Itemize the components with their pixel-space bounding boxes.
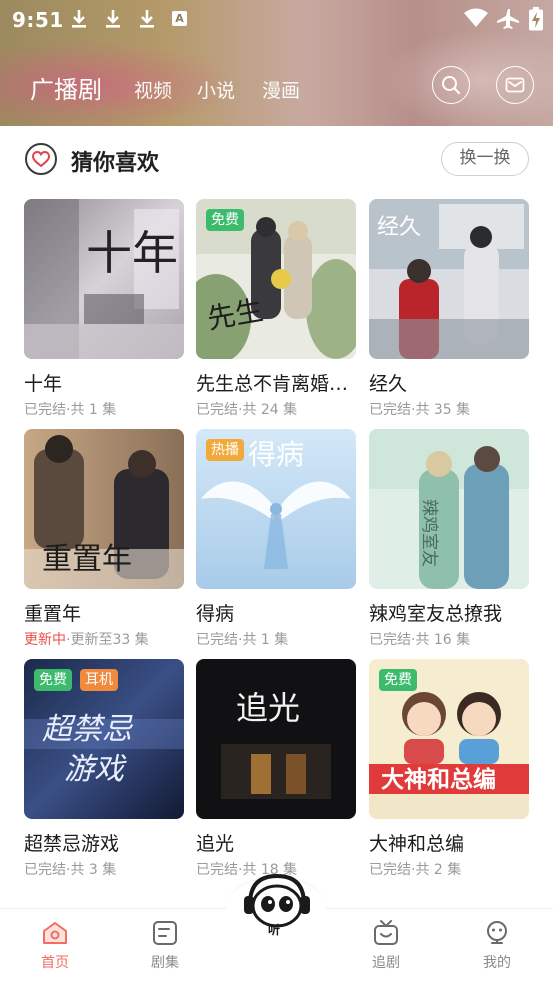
- wifi-icon: [464, 8, 488, 27]
- cover-image: 辣鸡室友: [369, 429, 529, 589]
- tab-radio-drama[interactable]: 广播剧: [30, 70, 102, 105]
- header: 9:51 A 广播剧 视频 小说 漫画: [0, 0, 553, 126]
- mail-icon: [505, 77, 525, 93]
- svg-text:得病: 得病: [248, 438, 304, 471]
- card-title: 得病: [196, 603, 235, 625]
- tab-comic[interactable]: 漫画: [262, 76, 300, 103]
- download-icon: [106, 10, 120, 28]
- tv-icon: [374, 920, 398, 945]
- profile-icon: [487, 921, 507, 944]
- svg-text:大神和总编: 大神和总编: [381, 766, 496, 793]
- svg-text:经久: 经久: [377, 215, 421, 240]
- search-icon: [442, 76, 461, 95]
- card-title: 辣鸡室友总撩我: [369, 603, 503, 625]
- tab-novel[interactable]: 小说: [197, 76, 235, 103]
- tab-video[interactable]: 视频: [134, 76, 172, 103]
- svg-text:听: 听: [268, 922, 280, 937]
- card-title: 追光: [196, 833, 235, 855]
- battery-charging-icon: [529, 7, 543, 31]
- cover-image: 经久: [369, 199, 529, 359]
- refresh-button[interactable]: 换一换: [441, 142, 529, 176]
- top-nav: 广播剧 视频 小说 漫画: [0, 62, 553, 112]
- card-subtitle: 已完结·共 2 集: [369, 862, 462, 878]
- svg-text:游戏: 游戏: [64, 752, 127, 787]
- center-listen-button[interactable]: 听: [240, 868, 314, 942]
- drama-card[interactable]: 先生 免费 先生总不肯离婚… 已完结·共 24 集: [196, 199, 356, 419]
- drama-card[interactable]: 得病 热播 得病 已完结·共 1 集: [196, 429, 356, 649]
- section-title: 猜你喜欢: [71, 151, 160, 176]
- card-subtitle: 已完结·共 16 集: [369, 632, 471, 648]
- svg-text:超禁忌: 超禁忌: [42, 712, 133, 747]
- cover-image: 重置年: [24, 429, 184, 589]
- drama-card[interactable]: 十年 十年 已完结·共 1 集: [24, 199, 184, 419]
- free-badge: 免费: [206, 209, 244, 231]
- main-content: 猜你喜欢 换一换 十年 十年 已完结·共 1 集 先生 免费 先生总不肯离婚… …: [0, 126, 553, 908]
- section-header: 猜你喜欢 换一换: [0, 142, 553, 178]
- mascot-headphones-icon: 听: [244, 873, 310, 937]
- status-time: 9:51: [12, 8, 64, 32]
- status-bar: 9:51 A: [0, 0, 553, 40]
- cover-image: 追光: [196, 659, 356, 819]
- drama-card[interactable]: 辣鸡室友 辣鸡室友总撩我 已完结·共 16 集: [369, 429, 529, 649]
- card-subtitle: 已完结·共 24 集: [196, 402, 298, 418]
- svg-text:重置年: 重置年: [42, 542, 132, 577]
- svg-text:辣鸡室友: 辣鸡室友: [419, 499, 439, 567]
- card-title: 十年: [24, 373, 63, 395]
- free-badge: 免费: [379, 669, 417, 691]
- hot-badge: 热播: [206, 439, 244, 461]
- drama-card[interactable]: 重置年 重置年 更新中·更新至33 集: [24, 429, 184, 649]
- card-title: 先生总不肯离婚…: [196, 373, 349, 395]
- drama-list-icon: [153, 921, 177, 945]
- download-icon: [140, 10, 154, 28]
- search-button[interactable]: [432, 66, 470, 104]
- card-title: 大神和总编: [369, 833, 465, 855]
- cover-image: 十年: [24, 199, 184, 359]
- message-button[interactable]: [496, 66, 534, 104]
- card-subtitle: 更新中·更新至33 集: [24, 632, 149, 648]
- svg-text:十年: 十年: [86, 226, 178, 280]
- home-icon: [43, 922, 67, 944]
- card-title: 重置年: [24, 603, 82, 625]
- card-subtitle: 已完结·共 1 集: [196, 632, 289, 648]
- card-subtitle: 已完结·共 3 集: [24, 862, 117, 878]
- card-title: 经久: [369, 373, 408, 395]
- card-subtitle: 已完结·共 1 集: [24, 402, 117, 418]
- tab-follow[interactable]: 追剧: [356, 919, 416, 979]
- tab-drama-list[interactable]: 剧集: [135, 919, 195, 979]
- card-title: 超禁忌游戏: [24, 833, 120, 855]
- a-notification-icon: A: [172, 11, 187, 26]
- heart-icon: [25, 143, 57, 175]
- headphone-badge: 耳机: [80, 669, 118, 691]
- svg-text:追光: 追光: [236, 689, 300, 727]
- drama-card[interactable]: 追光 追光 已完结·共 18 集: [196, 659, 356, 879]
- drama-card[interactable]: 超禁忌 游戏 免费 耳机 超禁忌游戏 已完结·共 3 集: [24, 659, 184, 879]
- tab-home[interactable]: 首页: [25, 919, 85, 979]
- card-subtitle: 已完结·共 35 集: [369, 402, 471, 418]
- free-badge: 免费: [34, 669, 72, 691]
- drama-card[interactable]: 大神和总编 免费 大神和总编 已完结·共 2 集: [369, 659, 529, 879]
- airplane-icon: [497, 9, 519, 29]
- drama-card[interactable]: 经久 经久 已完结·共 35 集: [369, 199, 529, 419]
- download-icon: [72, 10, 86, 28]
- tab-profile[interactable]: 我的: [467, 919, 527, 979]
